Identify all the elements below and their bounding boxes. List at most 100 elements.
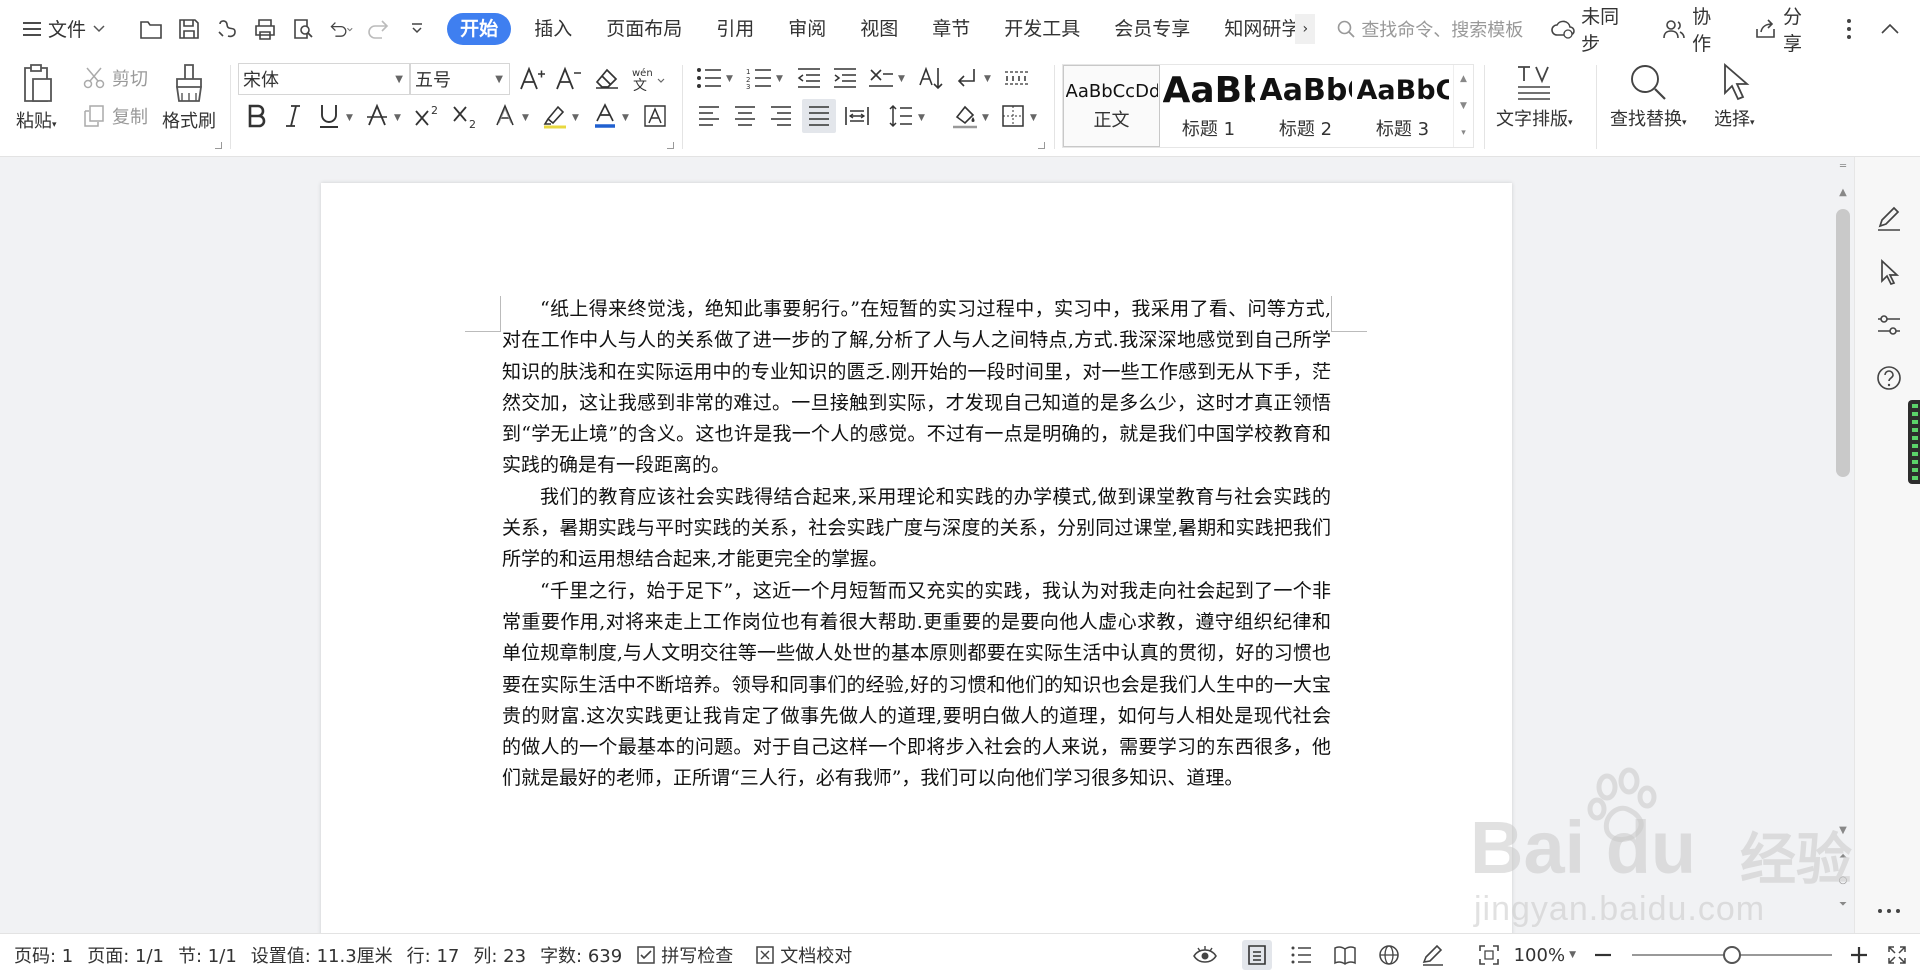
status-page-count[interactable]: 页面: 1/1 xyxy=(87,942,164,968)
status-word-count[interactable]: 字数: 639 xyxy=(540,942,622,968)
document-paragraph[interactable]: 我们的教育应该社会实践得结合起来,采用理论和实践的办学模式,做到课堂教育与社会实… xyxy=(502,482,1331,576)
status-row[interactable]: 行: 17 xyxy=(407,942,460,968)
split-handle-icon[interactable]: ═ xyxy=(1832,161,1854,172)
zoom-slider[interactable] xyxy=(1632,945,1832,965)
output-pdf-icon[interactable] xyxy=(215,17,239,41)
file-menu-button[interactable]: 文件 xyxy=(22,15,119,42)
font-size-select[interactable]: 五号 ▼ xyxy=(410,63,510,95)
print-icon[interactable] xyxy=(253,17,277,41)
open-folder-icon[interactable] xyxy=(139,17,163,41)
tab-ruler-icon[interactable] xyxy=(1002,63,1032,93)
bold-icon[interactable] xyxy=(242,101,272,131)
undo-icon[interactable] xyxy=(329,17,353,41)
find-replace-button[interactable]: 查找替换▾ xyxy=(1610,63,1687,131)
zoom-in-icon[interactable] xyxy=(1844,940,1874,970)
scroll-up-icon[interactable]: ▲ xyxy=(1832,187,1854,198)
expand-gallery-icon[interactable]: ▾ xyxy=(1461,128,1466,138)
increase-indent-icon[interactable] xyxy=(830,63,860,93)
document-body[interactable]: “纸上得来终觉浅，绝知此事要躬行。”在短暂的实习过程中，实习中，我采用了看、问等… xyxy=(502,294,1331,795)
subscript-icon[interactable]: 2 xyxy=(452,101,482,131)
tab-chapter[interactable]: 章节 xyxy=(915,13,987,45)
shrink-font-icon[interactable] xyxy=(554,63,584,93)
vertical-scrollbar[interactable]: ═ ▲ ▼ ⏶ ○ ⏷ xyxy=(1832,157,1854,933)
caret-down-icon[interactable]: ▼ xyxy=(982,113,989,123)
zoom-slider-knob[interactable] xyxy=(1723,946,1741,964)
line-spacing-icon[interactable] xyxy=(886,101,916,131)
caret-down-icon[interactable]: ▼ xyxy=(898,74,905,84)
customize-toolbar-icon[interactable] xyxy=(405,17,429,41)
writing-mode-icon[interactable] xyxy=(1418,940,1448,970)
caret-down-icon[interactable]: ▼ xyxy=(726,74,733,84)
more-horizontal-icon[interactable] xyxy=(1875,897,1903,925)
text-effect-icon[interactable] xyxy=(490,101,520,131)
settings-sliders-icon[interactable] xyxy=(1875,311,1903,339)
text-layout-button[interactable]: 文字排版▾ xyxy=(1496,63,1573,131)
chevron-up-icon[interactable]: ▲ xyxy=(1460,74,1467,84)
align-right-icon[interactable] xyxy=(766,101,796,131)
zoom-out-icon[interactable] xyxy=(1588,940,1618,970)
tab-cnki[interactable]: 知网研学 xyxy=(1207,13,1299,45)
tab-home[interactable]: 开始 xyxy=(447,12,512,45)
tab-references[interactable]: 引用 xyxy=(699,13,771,45)
next-page-icon[interactable]: ⏷ xyxy=(1832,899,1854,910)
cut-button[interactable]: 剪切 xyxy=(82,65,148,91)
collaborate-button[interactable]: 协作 xyxy=(1662,2,1727,56)
status-column[interactable]: 列: 23 xyxy=(473,942,526,968)
sync-status-button[interactable]: 未同步 xyxy=(1551,2,1634,56)
format-painter-button[interactable]: 格式刷 xyxy=(162,63,216,133)
side-handle-indicator[interactable] xyxy=(1908,400,1920,484)
caret-down-icon[interactable]: ▼ xyxy=(918,113,925,123)
select-button[interactable]: 选择▾ xyxy=(1714,63,1755,131)
command-search[interactable]: 查找命令、搜索模板 xyxy=(1337,16,1551,42)
web-layout-icon[interactable] xyxy=(1374,940,1404,970)
character-border-icon[interactable] xyxy=(640,101,670,131)
paste-button[interactable]: 粘贴▾ xyxy=(16,63,57,133)
select-pointer-icon[interactable] xyxy=(1875,258,1903,286)
help-icon[interactable] xyxy=(1875,364,1903,392)
scroll-down-icon[interactable]: ▼ xyxy=(1832,825,1854,836)
style-normal[interactable]: AaBbCcDd 正文 xyxy=(1063,65,1160,147)
tab-developer[interactable]: 开发工具 xyxy=(987,13,1097,45)
strikethrough-icon[interactable] xyxy=(362,101,392,131)
scroll-thumb[interactable] xyxy=(1836,209,1850,477)
status-setting-value[interactable]: 设置值: 11.3厘米 xyxy=(251,942,393,968)
clipboard-dialog-launcher[interactable] xyxy=(215,142,222,149)
share-button[interactable]: 分享 xyxy=(1755,2,1818,56)
distributed-align-icon[interactable] xyxy=(842,101,872,131)
caret-down-icon[interactable]: ▼ xyxy=(346,113,353,123)
doc-proofread-button[interactable]: 文档校对 xyxy=(755,942,852,968)
bullet-list-icon[interactable] xyxy=(694,63,724,93)
chevron-down-icon[interactable]: ▼ xyxy=(1460,101,1467,111)
fit-window-icon[interactable] xyxy=(1474,940,1504,970)
align-center-icon[interactable] xyxy=(730,101,760,131)
style-heading-2[interactable]: AaBbC 标题 2 xyxy=(1257,65,1354,147)
print-preview-icon[interactable] xyxy=(291,17,315,41)
caret-down-icon[interactable]: ▼ xyxy=(572,113,579,123)
caret-down-icon[interactable]: ▼ xyxy=(622,113,629,123)
spellcheck-button[interactable]: 拼写检查 xyxy=(636,942,733,968)
status-page-number[interactable]: 页码: 1 xyxy=(14,942,73,968)
font-dialog-launcher[interactable] xyxy=(667,142,674,149)
italic-icon[interactable] xyxy=(278,101,308,131)
grow-font-icon[interactable] xyxy=(518,63,548,93)
document-paragraph[interactable]: “千里之行，始于足下”，这近一个月短暂而又充实的实践，我认为对我走向社会起到了一… xyxy=(502,576,1331,795)
chinese-layout-icon[interactable] xyxy=(866,63,896,93)
borders-icon[interactable] xyxy=(998,101,1028,131)
clear-format-icon[interactable] xyxy=(592,63,622,93)
tab-view[interactable]: 视图 xyxy=(843,13,915,45)
font-name-select[interactable]: 宋体 ▼ xyxy=(238,63,410,95)
reading-view-icon[interactable] xyxy=(1330,940,1360,970)
underline-icon[interactable] xyxy=(314,101,344,131)
styles-scroll[interactable]: ▲ ▼ ▾ xyxy=(1453,65,1473,147)
caret-down-icon[interactable]: ▼ xyxy=(776,74,783,84)
sort-icon[interactable] xyxy=(916,63,946,93)
zoom-level-select[interactable]: 100% ▼ xyxy=(1514,945,1576,966)
outline-view-icon[interactable] xyxy=(1286,940,1316,970)
align-left-icon[interactable] xyxy=(694,101,724,131)
document-page[interactable]: “纸上得来终觉浅，绝知此事要躬行。”在短暂的实习过程中，实习中，我采用了看、问等… xyxy=(321,183,1512,933)
tab-insert[interactable]: 插入 xyxy=(517,13,589,45)
page-view-icon[interactable] xyxy=(1241,940,1272,970)
decrease-indent-icon[interactable] xyxy=(794,63,824,93)
show-marks-icon[interactable] xyxy=(952,63,982,93)
font-color-icon[interactable] xyxy=(590,101,620,131)
